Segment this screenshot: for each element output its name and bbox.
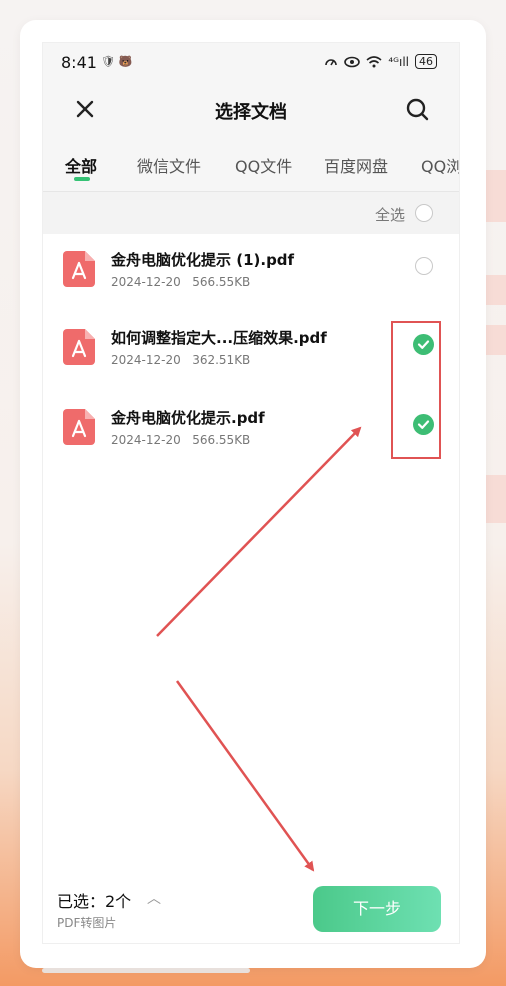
tab-bar: 全部 微信文件 QQ文件 百度网盘 QQ浏: [43, 135, 459, 192]
select-all-label: 全选: [374, 206, 405, 224]
wifi-icon: [366, 55, 382, 67]
eye-icon: [344, 56, 361, 67]
file-meta: 2024-12-20 362.51KB: [111, 353, 251, 367]
tab-baidu-netdisk[interactable]: 百度网盘: [324, 153, 388, 177]
tab-qq-browser[interactable]: QQ浏: [421, 153, 459, 177]
bottom-action-bar: 已选：2个 ︿ PDF转图片 下一步: [43, 869, 459, 943]
status-right: ⁴ᴳıll 46: [324, 54, 437, 69]
speed-icon: [325, 58, 338, 65]
status-time: 8:41: [61, 53, 97, 72]
status-bar: 8:41 🛡 🐻 ⁴ᴳıll 46: [43, 43, 459, 83]
file-name: 金舟电脑优化提示.pdf: [111, 409, 265, 427]
selected-count[interactable]: 已选：2个: [57, 888, 131, 912]
home-indicator: [42, 968, 250, 973]
tab-all[interactable]: 全部: [65, 153, 97, 177]
file-name: 金舟电脑优化提示 (1).pdf: [111, 251, 295, 269]
battery-icon: 46: [415, 54, 437, 69]
file-meta: 2024-12-20 566.55KB: [111, 433, 251, 447]
chevron-up-icon[interactable]: ︿: [147, 888, 161, 908]
active-tab-indicator: [74, 177, 90, 181]
search-icon: [406, 98, 429, 121]
tab-wechat-files[interactable]: 微信文件: [137, 153, 201, 177]
annotation-highlight-box: [391, 321, 441, 459]
signal-icon: ⁴ᴳıll: [388, 54, 409, 69]
select-all-checkbox[interactable]: [415, 204, 433, 222]
pdf-file-icon: [63, 251, 95, 287]
pdf-file-icon: [63, 329, 95, 365]
file-checkbox-unchecked[interactable]: [415, 257, 433, 275]
tab-qq-files[interactable]: QQ文件: [235, 153, 292, 177]
pdf-file-icon: [63, 409, 95, 445]
operation-label: PDF转图片: [57, 916, 117, 930]
phone-screen: 8:41 🛡 🐻 ⁴ᴳıll 46 选择文档 全部 微信文件 QQ文件 百度网盘…: [42, 42, 460, 944]
page-title: 选择文档: [215, 102, 287, 123]
file-name: 如何调整指定大...压缩效果.pdf: [111, 329, 327, 347]
select-all-bar: 全选: [43, 192, 459, 234]
file-meta: 2024-12-20 566.55KB: [111, 275, 251, 289]
app-header: 选择文档: [43, 83, 459, 135]
search-button[interactable]: [403, 95, 431, 123]
file-row[interactable]: 金舟电脑优化提示 (1).pdf 2024-12-20 566.55KB: [43, 235, 459, 313]
notification-icons: 🛡 🐻: [101, 55, 133, 68]
next-step-button[interactable]: 下一步: [313, 886, 441, 932]
